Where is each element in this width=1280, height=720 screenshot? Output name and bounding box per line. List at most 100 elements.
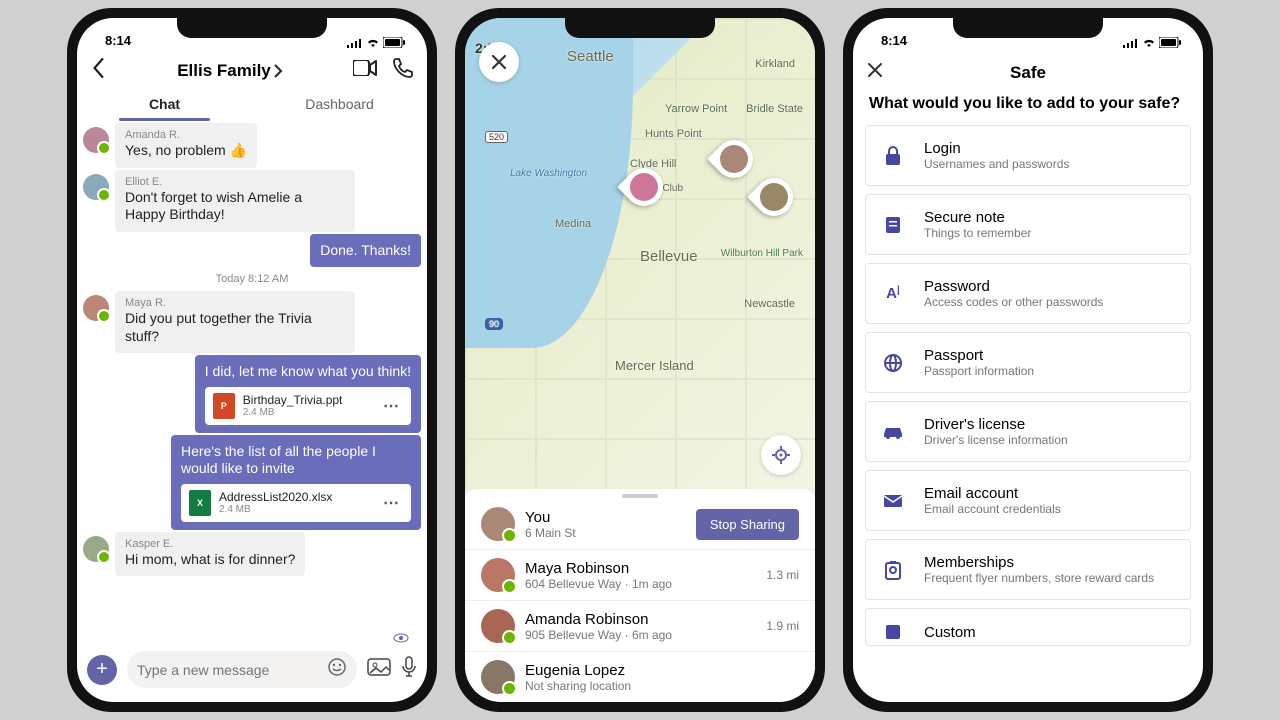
attachment-menu[interactable]: ⋯ <box>379 396 403 416</box>
avatar <box>481 558 515 592</box>
message-sender: Amanda R. <box>125 129 247 141</box>
person-name: Maya Robinson <box>525 560 756 577</box>
avatar <box>481 609 515 643</box>
safe-item-title: Passport <box>924 347 1034 364</box>
audio-call-icon[interactable] <box>393 58 413 83</box>
file-type-icon: P <box>213 393 235 419</box>
safe-item-memberships[interactable]: MembershipsFrequent flyer numbers, store… <box>865 539 1191 600</box>
safe-item-license[interactable]: Driver's licenseDriver's license informa… <box>865 401 1191 462</box>
person-row[interactable]: Amanda Robinson 905 Bellevue Way · 6m ag… <box>465 601 815 651</box>
map-pin[interactable] <box>707 132 761 186</box>
safe-item-login[interactable]: LoginUsernames and passwords <box>865 125 1191 186</box>
message-input[interactable] <box>137 662 319 678</box>
person-sub: 604 Bellevue Way · 1m ago <box>525 577 756 591</box>
avatar <box>481 507 515 541</box>
safe-item-title: Login <box>924 140 1069 157</box>
map-label: Bridle State <box>746 103 803 115</box>
map-label: Kirkland <box>755 58 795 70</box>
safe-item-custom[interactable]: Custom <box>865 608 1191 646</box>
person-sub: 905 Bellevue Way · 6m ago <box>525 628 756 642</box>
safe-item-title: Secure note <box>924 209 1031 226</box>
video-call-icon[interactable] <box>353 60 377 81</box>
message-incoming: Elliot E. Don't forget to wish Amelie a … <box>83 170 421 232</box>
route-shield: 520 <box>485 131 508 143</box>
message-text: Hi mom, what is for dinner? <box>125 551 295 569</box>
tab-chat[interactable]: Chat <box>77 87 252 121</box>
safe-list: LoginUsernames and passwords Secure note… <box>853 125 1203 646</box>
emoji-icon[interactable] <box>327 657 347 682</box>
chat-title[interactable]: Ellis Family <box>177 61 283 81</box>
safe-item-note[interactable]: Secure noteThings to remember <box>865 194 1191 255</box>
safe-item-email[interactable]: Email accountEmail account credentials <box>865 470 1191 531</box>
message-text: I did, let me know what you think! <box>205 363 411 381</box>
safe-item-passport[interactable]: PassportPassport information <box>865 332 1191 393</box>
battery-icon <box>383 37 405 48</box>
avatar <box>83 295 109 321</box>
person-row[interactable]: Eugenia Lopez Not sharing location <box>465 652 815 702</box>
safe-title: Safe <box>891 63 1165 83</box>
avatar <box>83 536 109 562</box>
attachment[interactable]: P Birthday_Trivia.ppt 2.4 MB ⋯ <box>205 387 411 425</box>
file-name: Birthday_Trivia.ppt <box>243 393 371 407</box>
message-sender: Kasper E. <box>125 538 295 550</box>
person-distance: 1.3 mi <box>766 568 799 582</box>
person-sub: 6 Main St <box>525 526 686 540</box>
message-text: Done. Thanks! <box>320 242 411 260</box>
person-distance: 1.9 mi <box>766 619 799 633</box>
safe-item-sub: Access codes or other passwords <box>924 295 1103 309</box>
message-incoming: Maya R. Did you put together the Trivia … <box>83 291 421 353</box>
status-time: 8:14 <box>105 33 131 48</box>
safe-item-sub: Things to remember <box>924 226 1031 240</box>
person-row-you: You 6 Main St Stop Sharing <box>465 499 815 549</box>
message-text: Don't forget to wish Amelie a Happy Birt… <box>125 189 345 224</box>
chat-title-text: Ellis Family <box>177 61 271 81</box>
stop-sharing-button[interactable]: Stop Sharing <box>696 509 799 540</box>
phone-safe: 8:14 Safe What would you like to add to … <box>843 8 1213 712</box>
avatar <box>481 660 515 694</box>
route-shield: 90 <box>485 318 503 330</box>
file-type-icon: X <box>189 490 211 516</box>
tab-dashboard[interactable]: Dashboard <box>252 87 427 121</box>
safe-item-title: Password <box>924 278 1103 295</box>
gif-icon[interactable] <box>367 658 391 681</box>
map[interactable]: 2:55 Seattle Bellevue Mercer Island Kirk… <box>465 18 815 489</box>
message-incoming: Amanda R. Yes, no problem 👍 <box>83 123 421 168</box>
map-label: Newcastle <box>744 298 795 310</box>
lock-icon <box>880 146 906 166</box>
back-button[interactable] <box>91 58 107 83</box>
safe-item-title: Custom <box>924 624 976 641</box>
letters-icon: A| <box>880 285 906 302</box>
signal-icon <box>1123 38 1139 48</box>
safe-item-title: Memberships <box>924 554 1154 571</box>
status-time: 8:14 <box>881 33 907 48</box>
mic-icon[interactable] <box>401 656 417 683</box>
phone-chat: 8:14 Ellis Family Chat Dashboard <box>67 8 437 712</box>
person-row[interactable]: Maya Robinson 604 Bellevue Way · 1m ago … <box>465 550 815 600</box>
phone-map: 2:55 Seattle Bellevue Mercer Island Kirk… <box>455 8 825 712</box>
avatar <box>83 127 109 153</box>
map-close-button[interactable] <box>479 42 519 82</box>
attachment-menu[interactable]: ⋯ <box>379 493 403 513</box>
chat-body[interactable]: Amanda R. Yes, no problem 👍 Elliot E. Do… <box>77 121 427 643</box>
safe-item-sub: Frequent flyer numbers, store reward car… <box>924 571 1154 585</box>
close-button[interactable] <box>867 62 891 83</box>
map-label: Lake Washington <box>510 168 587 179</box>
message-text: Here's the list of all the people I woul… <box>181 443 411 478</box>
safe-item-password[interactable]: A| PasswordAccess codes or other passwor… <box>865 263 1191 324</box>
note-icon <box>880 215 906 235</box>
message-sender: Elliot E. <box>125 176 345 188</box>
safe-item-sub: Usernames and passwords <box>924 157 1069 171</box>
map-pin[interactable] <box>747 170 801 224</box>
map-label: Medina <box>555 218 591 230</box>
compose-add-button[interactable]: + <box>87 655 117 685</box>
attachment[interactable]: X AddressList2020.xlsx 2.4 MB ⋯ <box>181 484 411 522</box>
mail-icon <box>880 494 906 508</box>
compose-bar: + <box>77 643 427 702</box>
chat-header: Ellis Family <box>77 48 427 87</box>
globe-icon <box>880 353 906 373</box>
message-text: Yes, no problem 👍 <box>125 142 247 160</box>
person-name: Amanda Robinson <box>525 611 756 628</box>
locate-me-button[interactable] <box>761 435 801 475</box>
location-panel[interactable]: You 6 Main St Stop Sharing Maya Robinson… <box>465 489 815 702</box>
chat-tabs: Chat Dashboard <box>77 87 427 121</box>
